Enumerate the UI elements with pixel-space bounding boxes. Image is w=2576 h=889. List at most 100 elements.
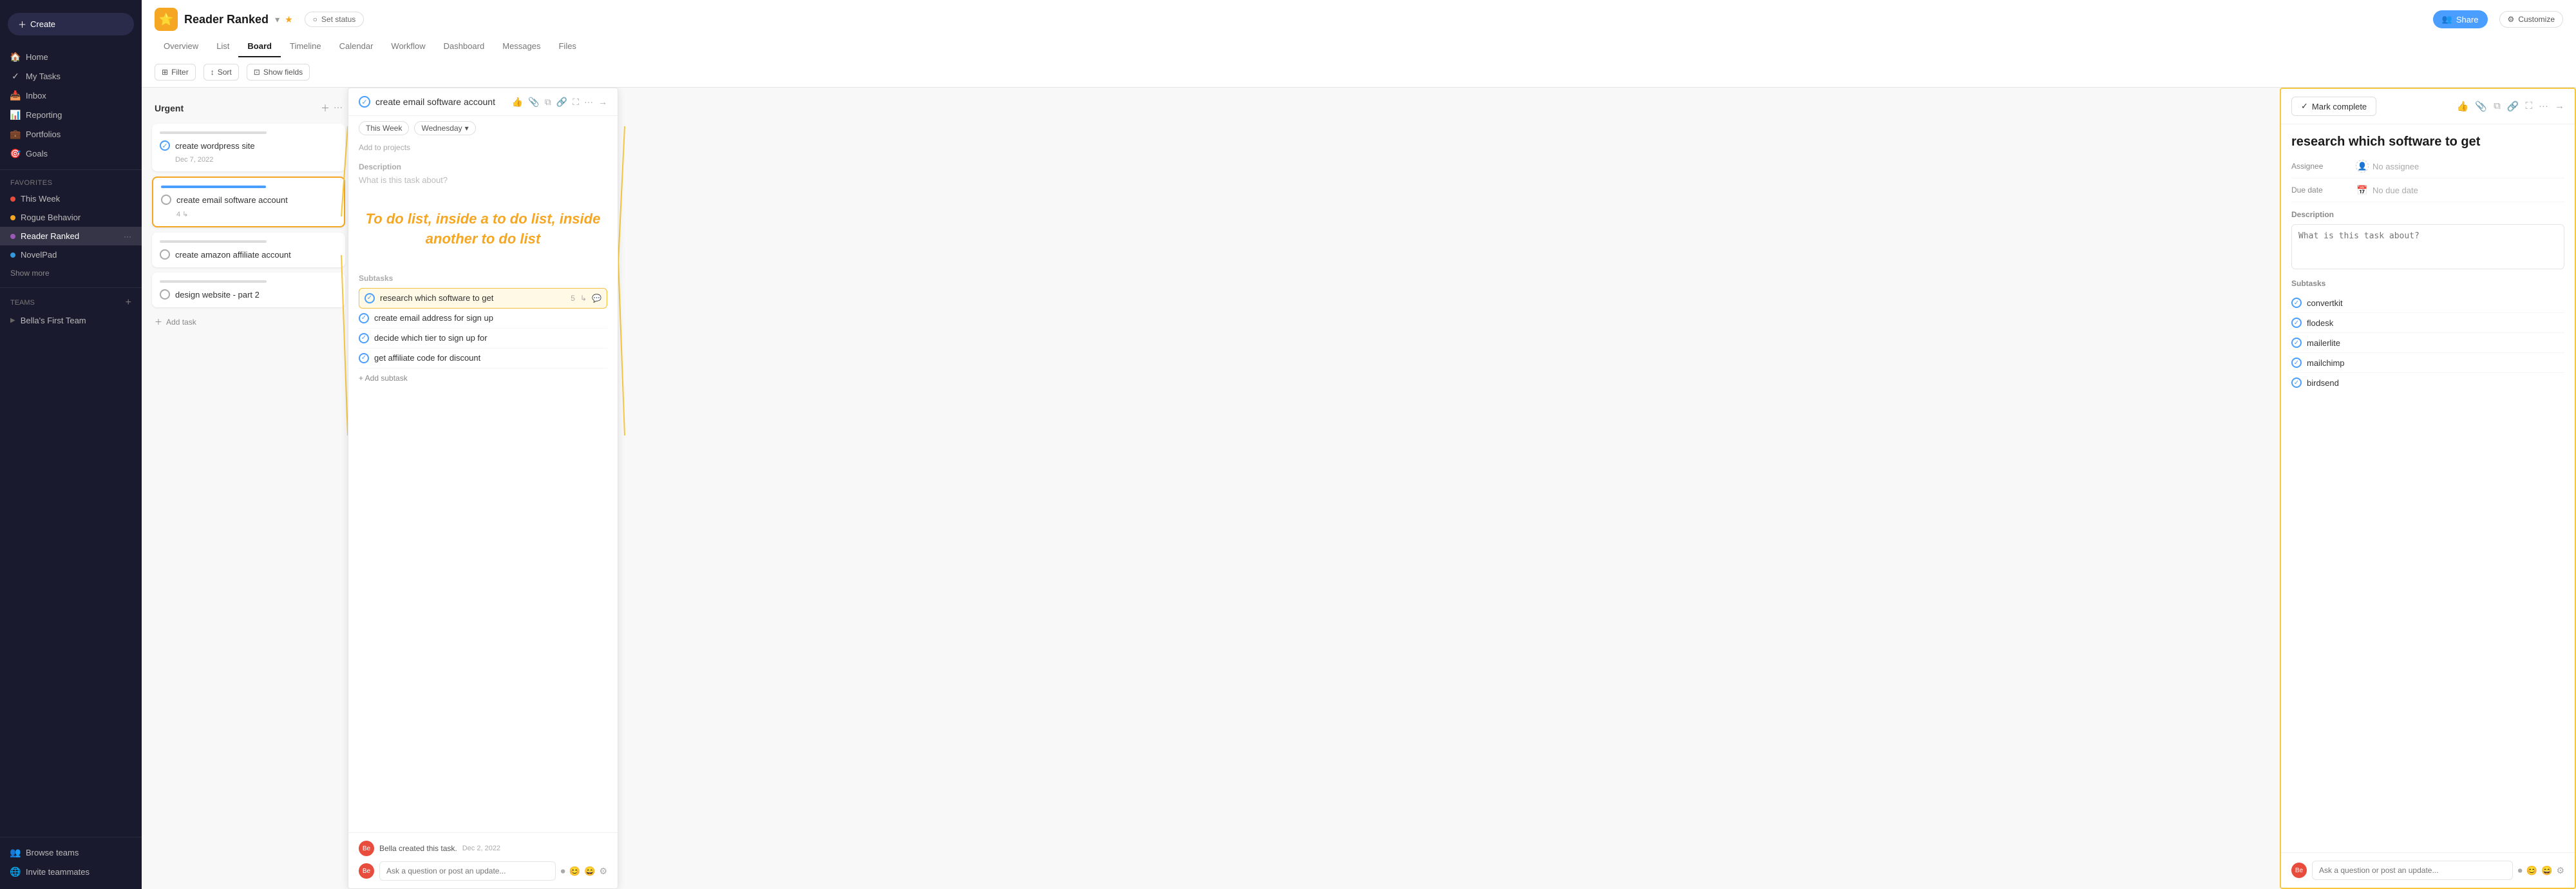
sidebar-item-this-week[interactable]: This Week xyxy=(0,189,142,208)
settings-icon[interactable]: ⚙ xyxy=(599,866,607,877)
rp-subtask-check[interactable]: ✓ xyxy=(2291,338,2302,348)
copy-icon[interactable]: ⧉ xyxy=(2494,100,2501,112)
sidebar-divider-1 xyxy=(0,169,142,170)
task-check[interactable] xyxy=(160,289,170,300)
fullscreen-icon[interactable]: ⛶ xyxy=(2525,100,2532,112)
add-projects[interactable]: Add to projects xyxy=(348,140,618,155)
rp-subtask-check[interactable]: ✓ xyxy=(2291,298,2302,308)
attach-icon[interactable]: 📎 xyxy=(2475,100,2487,112)
subtask-check[interactable]: ✓ xyxy=(359,353,369,363)
rp-subtask-flodesk[interactable]: ✓ flodesk xyxy=(2291,313,2564,333)
day-badge[interactable]: Wednesday ▾ xyxy=(414,121,475,135)
rp-subtask-convertkit[interactable]: ✓ convertkit xyxy=(2291,293,2564,313)
link-icon[interactable]: 🔗 xyxy=(2507,100,2519,112)
rp-subtask-check[interactable]: ✓ xyxy=(2291,318,2302,328)
customize-button[interactable]: ⚙ Customize xyxy=(2499,11,2563,28)
attach-icon[interactable]: 📎 xyxy=(528,97,539,108)
fullscreen-icon[interactable]: ⛶ xyxy=(573,97,579,108)
sidebar-item-portfolios[interactable]: 💼 Portfolios xyxy=(0,124,142,144)
filter-button[interactable]: ⊞ Filter xyxy=(155,64,196,81)
comment-input[interactable] xyxy=(379,861,556,881)
sidebar-item-my-tasks[interactable]: ✓ My Tasks xyxy=(0,66,142,86)
rp-subtask-check[interactable]: ✓ xyxy=(2291,358,2302,368)
subtask-item-email-address[interactable]: ✓ create email address for sign up xyxy=(359,309,607,329)
task-subtasks-section: Subtasks ✓ research which software to ge… xyxy=(348,269,618,393)
tab-list[interactable]: List xyxy=(207,36,238,57)
share-button[interactable]: 👥 Share xyxy=(2433,10,2488,28)
rp-subtask-mailerlite[interactable]: ✓ mailerlite xyxy=(2291,333,2564,353)
tab-board[interactable]: Board xyxy=(238,36,281,57)
sidebar-item-goals[interactable]: 🎯 Goals xyxy=(0,144,142,163)
subtask-check[interactable]: ✓ xyxy=(365,293,375,303)
subtask-check[interactable]: ✓ xyxy=(359,313,369,323)
rp-subtask-birdsend[interactable]: ✓ birdsend xyxy=(2291,373,2564,392)
smiley2-icon[interactable]: 😄 xyxy=(584,866,595,877)
tab-dashboard[interactable]: Dashboard xyxy=(435,36,494,57)
tab-files[interactable]: Files xyxy=(549,36,585,57)
mark-complete-button[interactable]: ✓ Mark complete xyxy=(2291,97,2376,116)
column-urgent-actions: ＋ ··· xyxy=(321,102,343,115)
due-date-value[interactable]: 📅 No due date xyxy=(2356,184,2418,196)
task-card-amazon[interactable]: create amazon affiliate account xyxy=(152,233,345,267)
more-icon[interactable]: ··· xyxy=(2539,100,2548,112)
sidebar-item-rogue-behavior[interactable]: Rogue Behavior xyxy=(0,208,142,227)
thumbs-up-icon[interactable]: 👍 xyxy=(2457,100,2469,112)
smiley2-icon[interactable]: 😄 xyxy=(2541,865,2552,876)
show-more-button[interactable]: Show more xyxy=(0,264,142,282)
close-icon[interactable]: → xyxy=(2555,100,2564,112)
thumbs-up-icon[interactable]: 👍 xyxy=(512,97,523,108)
create-button[interactable]: ＋ Create xyxy=(8,13,134,35)
week-badge[interactable]: This Week xyxy=(359,121,409,135)
subtask-item-research[interactable]: ✓ research which software to get 5 ↳ 💬 xyxy=(359,288,607,309)
description-input[interactable] xyxy=(2291,224,2564,269)
rp-subtask-check[interactable]: ✓ xyxy=(2291,378,2302,388)
more-icon[interactable]: ··· xyxy=(584,97,593,108)
subtask-item-tier[interactable]: ✓ decide which tier to sign up for xyxy=(359,329,607,349)
emoji-icon[interactable]: 😊 xyxy=(2526,865,2537,876)
link-icon[interactable]: 🔗 xyxy=(556,97,567,108)
comment-icon[interactable]: 💬 xyxy=(592,294,601,303)
task-card-wordpress[interactable]: ✓ create wordpress site Dec 7, 2022 xyxy=(152,124,345,171)
customize-icon: ⚙ xyxy=(2508,15,2515,24)
task-check-done[interactable]: ✓ xyxy=(160,140,170,151)
star-icon[interactable]: ★ xyxy=(285,14,293,25)
sidebar-item-bellas-first-team[interactable]: ▶ Bella's First Team xyxy=(0,311,142,330)
sidebar-item-novelpad[interactable]: NovelPad xyxy=(0,245,142,264)
record-icon[interactable]: ⏺ xyxy=(2518,865,2523,876)
subtask-check[interactable]: ✓ xyxy=(359,333,369,343)
copy-icon[interactable]: ⧉ xyxy=(545,97,551,108)
sidebar-item-browse-teams[interactable]: 👥 Browse teams xyxy=(0,843,142,862)
rp-comment-input[interactable] xyxy=(2312,861,2513,880)
task-check[interactable] xyxy=(161,195,171,205)
teams-add-button[interactable]: + xyxy=(126,297,131,309)
rp-subtask-mailchimp[interactable]: ✓ mailchimp xyxy=(2291,353,2564,373)
tab-messages[interactable]: Messages xyxy=(493,36,549,57)
sidebar-item-inbox[interactable]: 📥 Inbox xyxy=(0,86,142,105)
task-detail-check[interactable]: ✓ xyxy=(359,96,370,108)
close-icon[interactable]: → xyxy=(598,97,607,108)
column-more-icon[interactable]: ··· xyxy=(334,102,343,115)
sort-button[interactable]: ↕ Sort xyxy=(204,64,239,81)
subtask-item-affiliate[interactable]: ✓ get affiliate code for discount xyxy=(359,349,607,368)
tab-calendar[interactable]: Calendar xyxy=(330,36,383,57)
task-card-design[interactable]: design website - part 2 xyxy=(152,272,345,307)
tab-overview[interactable]: Overview xyxy=(155,36,207,57)
assignee-value[interactable]: 👤 No assignee xyxy=(2356,160,2419,173)
add-subtask-button[interactable]: + Add subtask xyxy=(359,368,607,388)
tab-timeline[interactable]: Timeline xyxy=(281,36,330,57)
settings2-icon[interactable]: ⚙ xyxy=(2556,865,2564,876)
sidebar-item-reporting[interactable]: 📊 Reporting xyxy=(0,105,142,124)
sidebar-item-reader-ranked[interactable]: Reader Ranked ··· xyxy=(0,227,142,245)
chevron-down-icon[interactable]: ▾ xyxy=(275,14,279,25)
add-task-button[interactable]: ＋ Add task xyxy=(152,312,345,331)
tab-workflow[interactable]: Workflow xyxy=(382,36,434,57)
task-check[interactable] xyxy=(160,249,170,260)
record-icon[interactable]: ⏺ xyxy=(561,866,565,877)
set-status-button[interactable]: ○ Set status xyxy=(305,12,365,27)
sidebar-item-invite[interactable]: 🌐 Invite teammates xyxy=(0,862,142,881)
task-card-email[interactable]: create email software account 4 ↳ xyxy=(152,177,345,227)
column-add-icon[interactable]: ＋ xyxy=(321,102,330,115)
sidebar-item-home[interactable]: 🏠 Home xyxy=(0,47,142,66)
emoji-icon[interactable]: 😊 xyxy=(569,866,580,877)
show-fields-button[interactable]: ⊡ Show fields xyxy=(247,64,310,81)
